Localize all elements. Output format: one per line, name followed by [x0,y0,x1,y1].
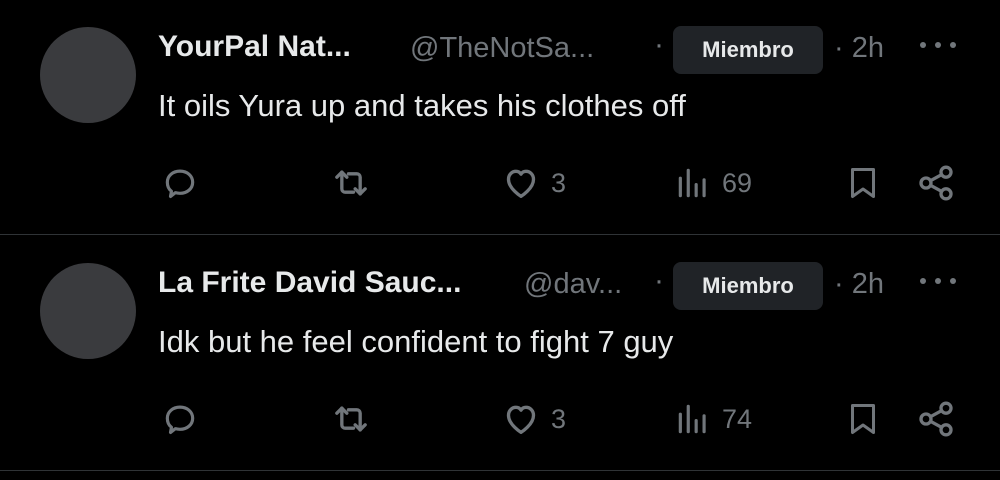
avatar[interactable] [40,27,136,123]
heart-icon [506,405,536,434]
post-header: YourPal Nat... @TheNotSa... · Miembro · … [158,26,988,74]
more-icon[interactable] [920,266,956,296]
author-name[interactable]: YourPal Nat... [158,30,351,64]
repost-icon [335,406,367,432]
share-button[interactable] [916,163,956,203]
like-button[interactable]: 3 [501,163,566,203]
member-badge[interactable]: Miembro [673,26,823,74]
repost-button[interactable] [331,399,371,439]
like-button[interactable]: 3 [501,399,566,439]
author-handle[interactable]: @TheNotSa... [410,32,594,65]
post[interactable]: La Frite David Sauc... @dav... · Miembro… [0,236,1000,471]
share-icon [919,165,953,201]
post-header: La Frite David Sauc... @dav... · Miembro… [158,262,988,310]
post-divider [0,470,1000,471]
bookmark-button[interactable] [845,163,881,203]
share-button[interactable] [916,399,956,439]
timestamp[interactable]: · 2h [834,32,884,65]
avatar[interactable] [40,263,136,359]
bookmark-icon [851,404,875,434]
reply-icon [165,405,195,435]
repost-icon [335,170,367,196]
author-name[interactable]: La Frite David Sauc... [158,266,461,300]
timestamp[interactable]: · 2h [834,268,884,301]
heart-icon [506,169,536,198]
like-count: 3 [551,167,567,198]
views-button[interactable]: 69 [674,163,752,203]
member-badge[interactable]: Miembro [673,262,823,310]
post-text: Idk but he feel confident to fight 7 guy [158,324,674,359]
separator-dot: · [654,28,664,61]
views-icon [678,404,706,434]
views-icon [678,168,706,198]
author-handle[interactable]: @dav... [524,268,622,301]
reply-button[interactable] [161,399,199,439]
more-icon[interactable] [920,30,956,60]
repost-button[interactable] [331,163,371,203]
reply-button[interactable] [161,163,199,203]
view-count: 69 [722,167,753,198]
post-text: It oils Yura up and takes his clothes of… [158,88,686,123]
reply-icon [165,169,195,199]
post[interactable]: YourPal Nat... @TheNotSa... · Miembro · … [0,0,1000,235]
bookmark-button[interactable] [845,399,881,439]
like-count: 3 [551,403,567,434]
views-button[interactable]: 74 [674,399,752,439]
share-icon [919,401,953,437]
separator-dot: · [654,264,664,297]
bookmark-icon [851,168,875,198]
post-divider [0,234,1000,235]
view-count: 74 [722,403,753,434]
